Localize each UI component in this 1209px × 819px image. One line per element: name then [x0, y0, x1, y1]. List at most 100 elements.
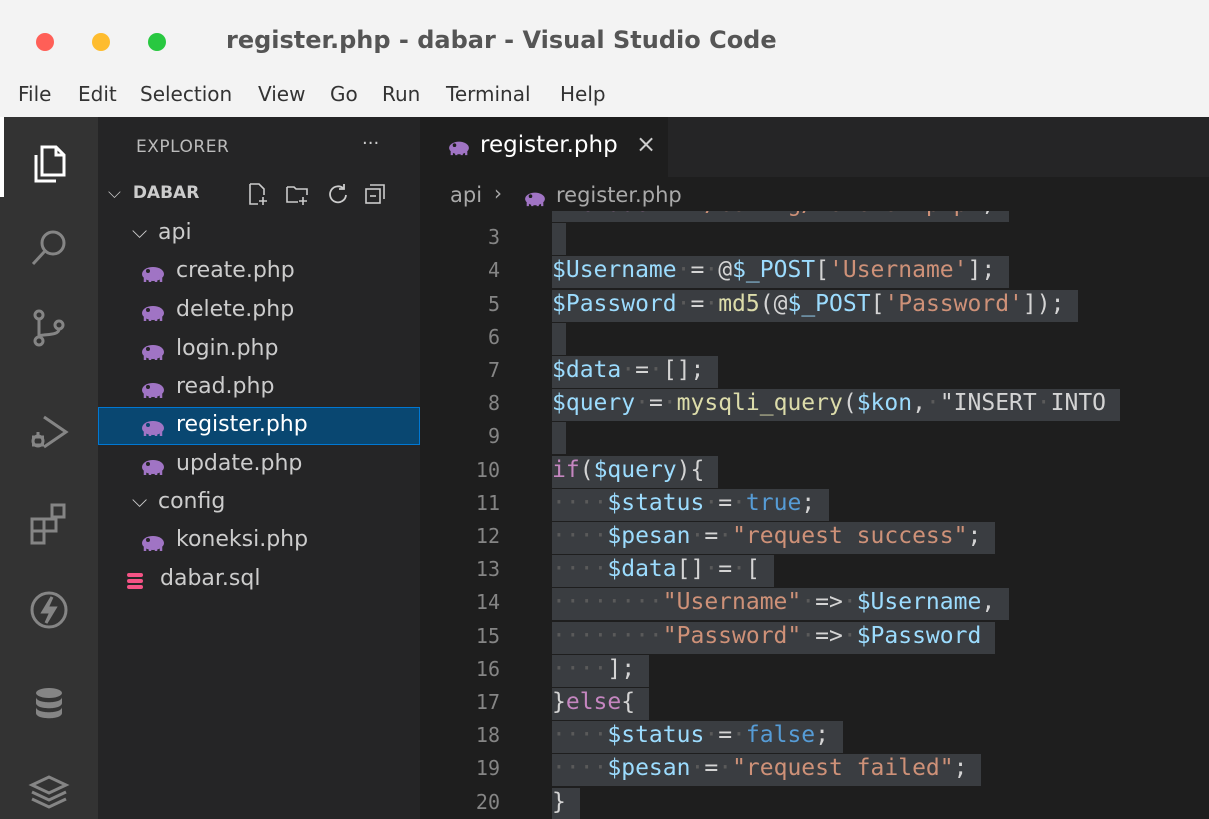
database-icon[interactable] [24, 679, 74, 729]
chevron-down-icon: ⌵ [132, 219, 148, 243]
code-text: $Username·=·@$_POST['Username']; [552, 257, 996, 284]
php-file-icon [449, 141, 469, 156]
code-line[interactable]: 11 ····$status·=·true; [420, 488, 1209, 521]
breadcrumb-file[interactable]: register.php [556, 183, 682, 207]
tree-item-label: config [158, 489, 226, 514]
line-number: 17 [475, 690, 500, 714]
code-line[interactable]: 16 ····]; [420, 654, 1209, 687]
code-line[interactable]: 20} [420, 787, 1209, 819]
line-number: 5 [487, 291, 500, 316]
extensions-icon[interactable] [24, 497, 74, 547]
line-number: 11 [475, 490, 500, 515]
line-number: 6 [487, 324, 500, 349]
code-line[interactable]: 3 [420, 222, 1209, 256]
selection-highlight [552, 422, 566, 455]
menu-go[interactable]: Go [330, 82, 358, 106]
run-debug-icon[interactable] [24, 407, 74, 457]
code-line[interactable]: 8 $query·=·mysqli_query($kon,·"INSERT·INT… [420, 388, 1209, 422]
files-icon[interactable] [24, 137, 74, 187]
php-file-icon [142, 306, 164, 321]
php-file-icon [142, 267, 164, 282]
code-line[interactable]: 4 $Username·=·@$_POST['Username']; [420, 255, 1209, 289]
tab-register-php[interactable]: register.php × [420, 117, 668, 177]
php-file-icon [142, 383, 164, 398]
stack-icon[interactable] [24, 765, 74, 815]
breadcrumb-folder[interactable]: api [450, 183, 482, 207]
code-text: ····$pesan·=·"request success"; [552, 523, 982, 549]
code-line[interactable]: 7 $data·=·[]; [420, 355, 1209, 388]
menu-file[interactable]: File [18, 82, 51, 106]
code-text: include·"../config/koneksi.php"; [552, 211, 995, 217]
menu-selection[interactable]: Selection [140, 82, 232, 106]
source-control-icon[interactable] [24, 303, 74, 353]
line-number: 10 [475, 457, 500, 482]
code-line[interactable]: 2 include·"../config/koneksi.php"; [420, 211, 1209, 222]
tree-file-koneksi[interactable]: koneksi.php [98, 522, 420, 560]
tree-item-label: api [158, 220, 192, 245]
tree-file-create[interactable]: create.php [98, 253, 420, 291]
php-file-icon [525, 192, 545, 207]
line-number: 8 [487, 391, 500, 416]
tree-file-update[interactable]: update.php [98, 446, 420, 484]
code-line[interactable]: 19 ····$pesan·=·"request failed"; [420, 753, 1209, 787]
lightning-icon[interactable] [24, 585, 74, 635]
tree-item-label: delete.php [176, 297, 295, 322]
tree-file-login[interactable]: login.php [98, 331, 420, 369]
tree-item-label: dabar.sql [160, 566, 261, 591]
code-text: } [552, 788, 566, 815]
php-file-icon [142, 536, 164, 551]
code-text: ····$status·=·true; [552, 489, 816, 516]
tree-item-label: read.php [176, 374, 275, 399]
close-tab-button[interactable]: × [636, 130, 656, 158]
code-line[interactable]: 12 ····$pesan·=·"request success"; [420, 521, 1209, 554]
code-line[interactable]: 15 ········"Password"·=>·$Password [420, 621, 1209, 654]
workspace-root[interactable]: ⌵ DABAR [108, 183, 199, 203]
code-line[interactable]: 9 [420, 421, 1209, 455]
code-editor[interactable]: 2 include·"../config/koneksi.php"; 3 4 $User… [420, 211, 1209, 819]
new-folder-icon[interactable] [284, 181, 310, 207]
menu-view[interactable]: View [258, 82, 305, 106]
menu-bar: File Edit Selection View Go Run Terminal… [0, 72, 1209, 117]
menu-help[interactable]: Help [560, 82, 606, 106]
tree-folder-api[interactable]: ⌵ api [98, 215, 420, 253]
maximize-window-button[interactable] [148, 33, 166, 51]
code-text: ········"Password"·=>·$Password [552, 622, 982, 649]
tree-file-dabar-sql[interactable]: dabar.sql [98, 561, 420, 599]
line-number: 14 [475, 590, 500, 615]
search-icon[interactable] [24, 223, 74, 273]
code-line[interactable]: 10 if($query){ [420, 455, 1209, 488]
code-line[interactable]: 5 $Password·=·md5(@$_POST['Password']); [420, 289, 1209, 322]
line-number: 12 [475, 524, 500, 548]
php-file-icon [142, 421, 164, 436]
code-text: ········"Username"·=>·$Username, [552, 589, 996, 616]
code-line[interactable]: 18 ····$status·=·false; [420, 720, 1209, 754]
new-file-icon[interactable] [244, 181, 270, 207]
tree-item-label: koneksi.php [176, 527, 309, 552]
minimize-window-button[interactable] [92, 33, 110, 51]
selection-highlight [552, 223, 566, 256]
code-line[interactable]: 13 ····$data[]·=·[ [420, 554, 1209, 588]
tree-file-read[interactable]: read.php [98, 369, 420, 407]
tab-bar: register.php × [420, 117, 1209, 177]
selection-highlight [552, 322, 566, 355]
menu-run[interactable]: Run [382, 82, 420, 106]
line-number: 7 [487, 358, 500, 382]
refresh-icon[interactable] [324, 181, 350, 207]
editor-area: register.php × api › register.php 2 inclu… [420, 117, 1209, 819]
tree-file-register[interactable]: register.php [98, 407, 420, 445]
tree-folder-config[interactable]: ⌵ config [98, 484, 420, 522]
code-line[interactable]: 17}else{ [420, 687, 1209, 720]
code-line[interactable]: 14 ········"Username"·=>·$Username, [420, 587, 1209, 621]
menu-edit[interactable]: Edit [78, 82, 117, 106]
collapse-all-icon[interactable] [362, 181, 388, 207]
tree-file-delete[interactable]: delete.php [98, 292, 420, 330]
code-text: $query·=·mysqli_query($kon,·"INSERT·INTO [552, 390, 1107, 417]
code-line[interactable]: 6 [420, 322, 1209, 355]
menu-terminal[interactable]: Terminal [446, 82, 531, 106]
line-number: 18 [475, 723, 500, 748]
php-file-icon [142, 345, 164, 360]
breadcrumb-separator: › [494, 181, 502, 205]
explorer-sidebar: EXPLORER ··· ⌵ DABAR ⌵ api create.php de… [98, 117, 420, 819]
more-actions-button[interactable]: ··· [362, 133, 379, 154]
close-window-button[interactable] [36, 33, 54, 51]
